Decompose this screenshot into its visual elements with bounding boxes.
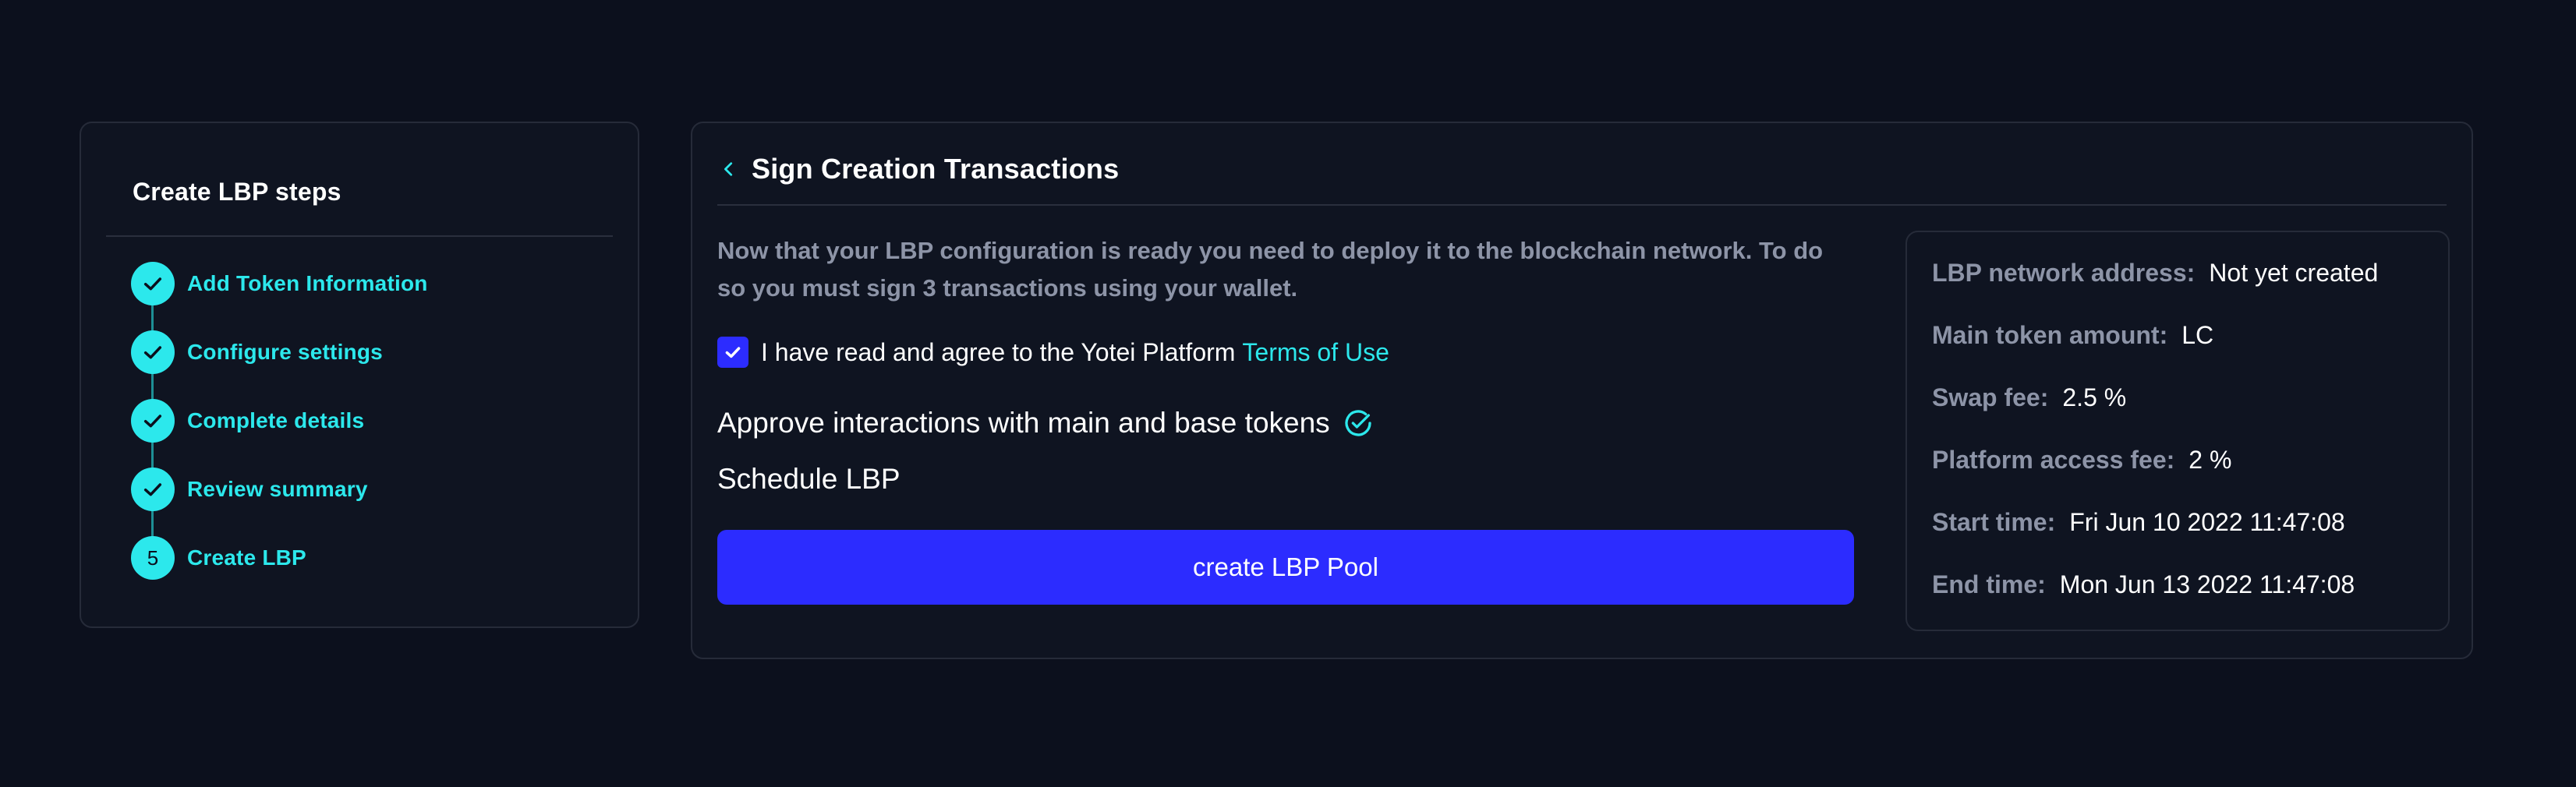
summary-label: Swap fee: [1932,383,2049,411]
card-header: Sign Creation Transactions [716,153,1119,185]
summary-label: End time: [1932,570,2046,598]
summary-value: LC [2181,321,2214,349]
step-label: Add Token Information [187,271,428,295]
step-complete-check-icon [131,330,175,374]
step-number-badge: 5 [131,536,175,580]
terms-checkbox[interactable] [717,337,748,368]
step-item-create-lbp[interactable]: 5 Create LBP [131,536,428,580]
terms-agreement-row: I have read and agree to the Yotei Platf… [717,337,1389,368]
approve-tokens-label: Approve interactions with main and base … [717,407,1330,439]
summary-value: 2 % [2189,446,2232,474]
page-title: Sign Creation Transactions [752,153,1120,185]
summary-value: Mon Jun 13 2022 11:47:08 [2059,570,2355,598]
steps-list: Add Token Information Configure settings… [131,262,428,580]
summary-row-start-time: Start time: Fri Jun 10 2022 11:47:08 [1932,508,2345,537]
summary-row-platform-access-fee: Platform access fee: 2 % [1932,446,2231,475]
check-icon [725,347,741,358]
schedule-lbp-label: Schedule LBP [717,463,901,495]
check-circle-icon [1345,410,1371,436]
summary-value: Not yet created [2209,259,2379,287]
terms-of-use-link[interactable]: Terms of Use [1242,338,1389,367]
divider [106,235,613,237]
step-item-complete-details[interactable]: Complete details [131,399,428,443]
step-item-review-summary[interactable]: Review summary [131,468,428,511]
steps-card: Create LBP steps Add Token Information C… [80,122,639,628]
summary-row-end-time: End time: Mon Jun 13 2022 11:47:08 [1932,570,2355,599]
step-complete-check-icon [131,399,175,443]
step-label: Configure settings [187,340,383,364]
step-label: Review summary [187,477,368,501]
step-label: Complete details [187,408,365,432]
chevron-left-icon[interactable] [716,156,742,182]
summary-label: Platform access fee: [1932,446,2175,474]
summary-row-swap-fee: Swap fee: 2.5 % [1932,383,2126,412]
lbp-summary-panel: LBP network address: Not yet created Mai… [1905,231,2450,631]
summary-value: Fri Jun 10 2022 11:47:08 [2069,508,2345,536]
create-lbp-pool-button[interactable]: create LBP Pool [717,530,1854,605]
sign-transactions-card: Sign Creation Transactions Now that your… [691,122,2473,659]
step-complete-check-icon [131,262,175,305]
summary-row-main-token-amount: Main token amount: LC [1932,321,2213,350]
summary-value: 2.5 % [2062,383,2127,411]
step-item-configure-settings[interactable]: Configure settings [131,330,428,374]
step-complete-check-icon [131,468,175,511]
summary-label: LBP network address: [1932,259,2196,287]
step-item-add-token-information[interactable]: Add Token Information [131,262,428,305]
intro-text: Now that your LBP configuration is ready… [717,237,1824,302]
terms-agreement-label: I have read and agree to the Yotei Platf… [761,337,1236,366]
step-label: Create LBP [187,545,306,570]
summary-label: Main token amount: [1932,321,2168,349]
steps-title: Create LBP steps [133,178,341,206]
approve-tokens-row: Approve interactions with main and base … [717,407,1374,439]
divider [717,204,2447,206]
summary-row-network-address: LBP network address: Not yet created [1932,259,2378,288]
summary-label: Start time: [1932,508,2056,536]
